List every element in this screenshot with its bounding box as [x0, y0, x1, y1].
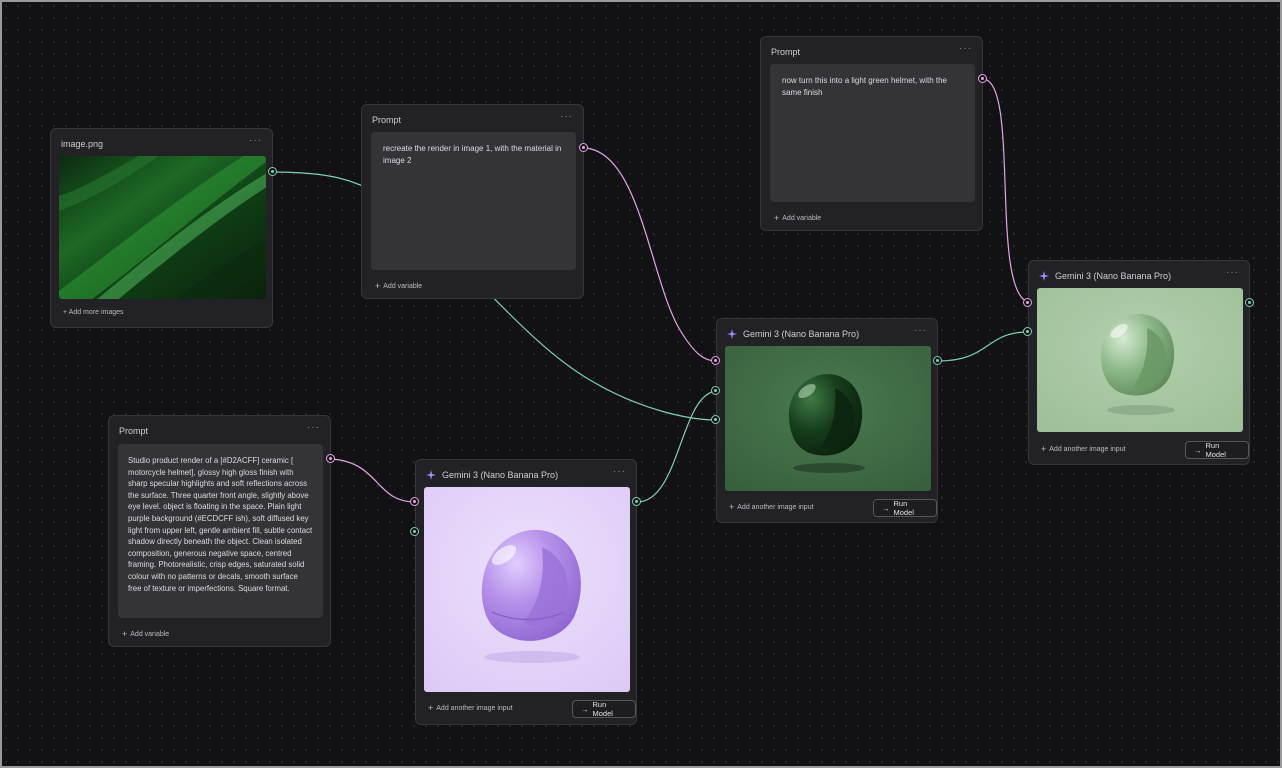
prompt-top-output-port[interactable] — [579, 143, 588, 152]
sparkle-icon — [1039, 271, 1049, 281]
model-light-prompt-input-port[interactable] — [1023, 298, 1032, 307]
arrow-right-icon: → — [1194, 445, 1202, 455]
prompt-node-top[interactable]: Prompt ··· recreate the render in image … — [361, 104, 584, 299]
plus-icon: + — [375, 281, 381, 291]
model-dark-output-port[interactable] — [933, 356, 942, 365]
sparkle-icon — [727, 329, 737, 339]
generated-image-dark-green-helmet — [725, 346, 931, 491]
add-image-input-label: Add another image input — [737, 503, 814, 511]
add-variable-link[interactable]: + Add variable — [774, 213, 822, 223]
more-options-icon[interactable]: ··· — [307, 423, 320, 433]
more-options-icon[interactable]: ··· — [959, 44, 972, 54]
run-model-button[interactable]: → Run Model — [1185, 441, 1249, 459]
model-purple-image-input-port[interactable] — [410, 527, 419, 536]
prompt-node-right-title: Prompt — [771, 47, 801, 57]
add-variable-label: Add variable — [130, 630, 170, 638]
model-title: Gemini 3 (Nano Banana Pro) — [1039, 271, 1171, 281]
prompt-left-output-port[interactable] — [326, 454, 335, 463]
run-model-label: Run Model — [592, 700, 613, 718]
model-purple-prompt-input-port[interactable] — [410, 497, 419, 506]
more-options-icon[interactable]: ··· — [249, 136, 262, 146]
image-node-output-port[interactable] — [268, 167, 277, 176]
plus-icon: + — [1041, 444, 1047, 454]
sparkle-icon — [426, 470, 436, 480]
model-node-light[interactable]: Gemini 3 (Nano Banana Pro) ··· + Add ano… — [1028, 260, 1250, 465]
plus-icon: + — [774, 213, 780, 223]
wire-prompt-left-to-purple-model — [330, 458, 416, 503]
run-model-button[interactable]: → Run Model — [572, 700, 636, 718]
add-variable-label: Add variable — [383, 282, 423, 290]
wire-prompt-right-to-light-model — [982, 78, 1029, 303]
run-model-button[interactable]: → Run Model — [873, 499, 937, 517]
add-image-input-link[interactable]: + Add another image input — [1041, 444, 1126, 454]
model-title-label: Gemini 3 (Nano Banana Pro) — [743, 329, 860, 339]
prompt-left-textarea[interactable]: Studio product render of a [#D2ACFF] cer… — [118, 444, 323, 618]
model-dark-image-input-port-2[interactable] — [711, 415, 720, 424]
add-image-input-label: Add another image input — [1049, 445, 1126, 453]
prompt-node-top-title: Prompt — [372, 115, 402, 125]
model-dark-image-input-port-1[interactable] — [711, 386, 720, 395]
plus-icon: + — [729, 502, 735, 512]
arrow-right-icon: → — [581, 704, 589, 714]
prompt-right-output-port[interactable] — [978, 74, 987, 83]
generated-image-purple-helmet — [424, 487, 630, 692]
image-node-title: image.png — [61, 139, 104, 149]
add-image-input-label: Add another image input — [436, 704, 513, 712]
image-node[interactable]: image.png ··· + Add more images — [50, 128, 273, 328]
model-light-image-input-port[interactable] — [1023, 327, 1032, 336]
model-title: Gemini 3 (Nano Banana Pro) — [727, 329, 859, 339]
run-model-label: Run Model — [893, 499, 914, 517]
prompt-top-textarea[interactable]: recreate the render in image 1, with the… — [371, 132, 576, 270]
model-title-label: Gemini 3 (Nano Banana Pro) — [1055, 271, 1172, 281]
model-title-label: Gemini 3 (Nano Banana Pro) — [442, 470, 559, 480]
more-options-icon[interactable]: ··· — [560, 112, 573, 122]
add-variable-link[interactable]: + Add variable — [122, 629, 170, 639]
prompt-right-textarea[interactable]: now turn this into a light green helmet,… — [770, 64, 975, 202]
plus-icon: + — [122, 629, 128, 639]
model-title: Gemini 3 (Nano Banana Pro) — [426, 470, 558, 480]
add-image-input-link[interactable]: + Add another image input — [729, 502, 814, 512]
generated-image-light-green-helmet — [1037, 288, 1243, 432]
prompt-node-left-title: Prompt — [119, 426, 149, 436]
wire-prompt-top-to-dark-model — [583, 147, 717, 362]
model-dark-prompt-input-port[interactable] — [711, 356, 720, 365]
prompt-node-right[interactable]: Prompt ··· now turn this into a light gr… — [760, 36, 983, 231]
model-light-output-port[interactable] — [1245, 298, 1254, 307]
uploaded-image — [59, 156, 266, 299]
model-node-purple[interactable]: Gemini 3 (Nano Banana Pro) ··· + Add ano… — [415, 459, 637, 725]
more-options-icon[interactable]: ··· — [613, 467, 626, 477]
run-model-label: Run Model — [1205, 441, 1226, 459]
more-options-icon[interactable]: ··· — [1226, 268, 1239, 278]
add-variable-label: Add variable — [782, 214, 822, 222]
model-purple-output-port[interactable] — [632, 497, 641, 506]
model-node-dark[interactable]: Gemini 3 (Nano Banana Pro) ··· + Add ano… — [716, 318, 938, 523]
add-image-input-link[interactable]: + Add another image input — [428, 703, 513, 713]
add-more-images-link[interactable]: + Add more images — [63, 309, 124, 316]
prompt-node-left[interactable]: Prompt ··· Studio product render of a [#… — [108, 415, 331, 647]
wire-dark-model-to-light-model — [937, 331, 1029, 362]
add-variable-link[interactable]: + Add variable — [375, 281, 423, 291]
arrow-right-icon: → — [882, 503, 890, 513]
plus-icon: + — [428, 703, 434, 713]
more-options-icon[interactable]: ··· — [914, 326, 927, 336]
